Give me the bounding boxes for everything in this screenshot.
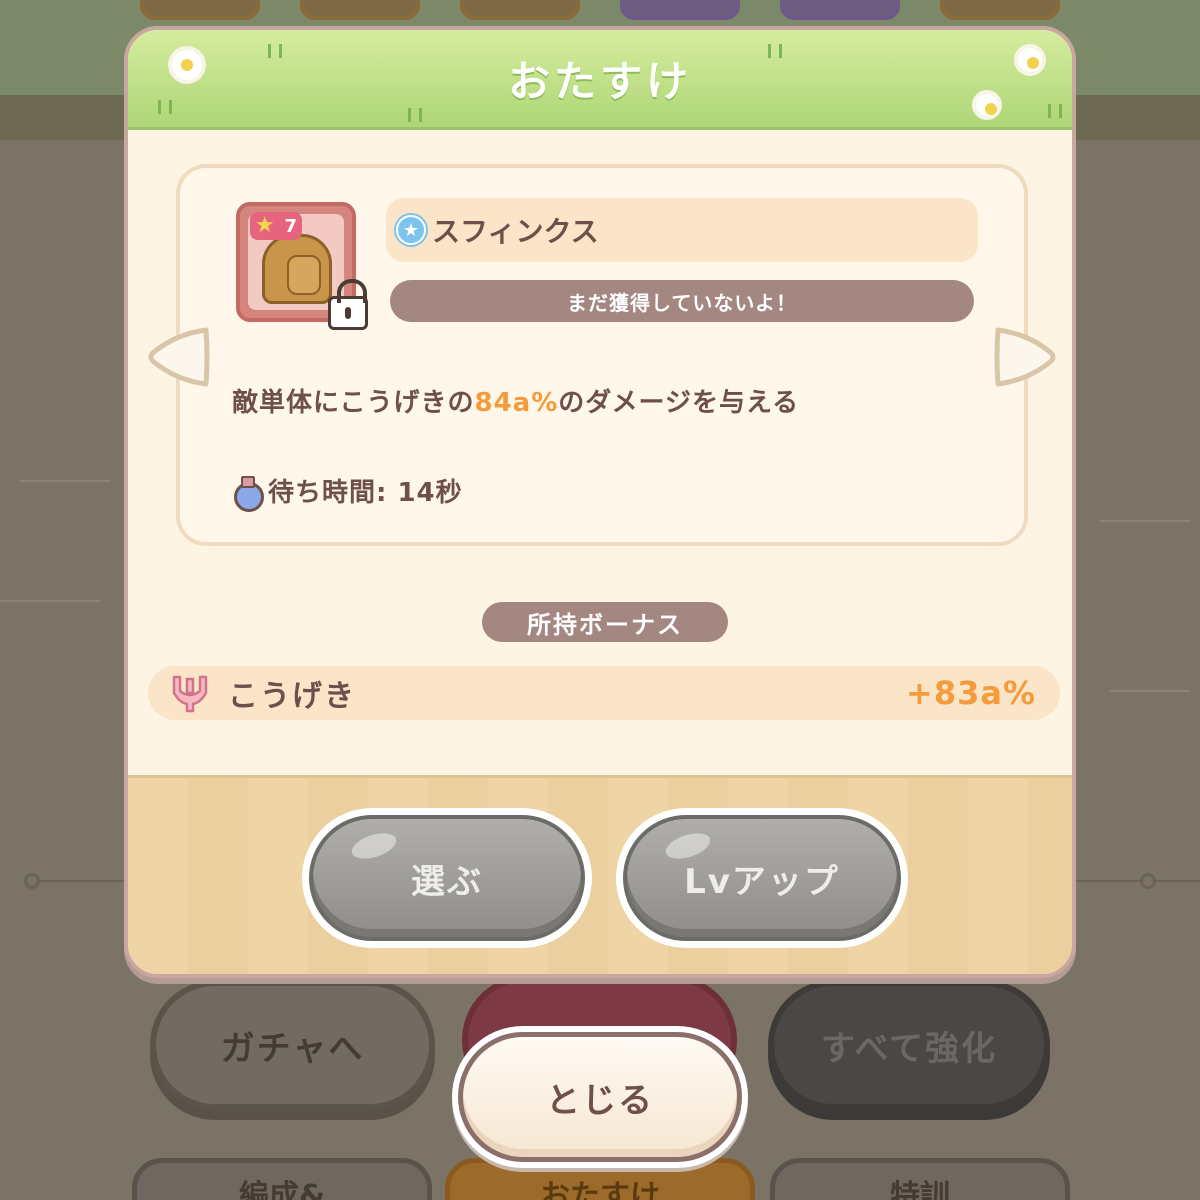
background-path-dot <box>24 873 40 889</box>
description-prefix: 敵単体にこうげきの <box>232 388 475 418</box>
grass-decoration <box>158 100 172 114</box>
lock-icon <box>328 279 368 330</box>
grass-decoration <box>408 108 422 122</box>
status-badge: まだ獲得していないよ！ <box>390 280 974 322</box>
skill-description: 敵単体にこうげきの84a%のダメージを与える <box>232 382 992 419</box>
owned-bonus-label: 所持ボーナス <box>482 602 728 642</box>
bonus-stat-value: +83a% <box>906 674 1036 712</box>
select-button[interactable]: 選ぶ <box>302 808 592 948</box>
background-card <box>300 0 420 20</box>
grass-decoration <box>268 44 282 58</box>
level-up-button[interactable]: Lvアップ <box>616 808 908 948</box>
background-path-dot <box>1140 873 1156 889</box>
level-up-button-label: Lvアップ <box>623 815 901 941</box>
background-card <box>140 0 260 20</box>
rarity-value: 7 <box>284 215 298 237</box>
tab-training: 特訓 <box>770 1158 1070 1200</box>
description-value: 84a% <box>474 388 559 418</box>
star-icon: ★ <box>254 213 275 238</box>
wood-footer <box>128 775 1072 974</box>
upgrade-all-button: すべて強化 <box>768 980 1050 1110</box>
close-button-label: とじる <box>458 1032 742 1162</box>
flower-icon <box>172 50 202 80</box>
wait-time-row: 待ち時間: 14秒 <box>232 472 463 512</box>
character-portrait: ★ 7 <box>236 202 368 330</box>
sphinx-face <box>287 255 321 295</box>
character-name-pill: ★ スフィンクス <box>386 198 978 262</box>
sphinx-icon <box>262 234 332 304</box>
dialog-title: おたすけ <box>507 57 692 106</box>
select-button-label: 選ぶ <box>309 815 585 941</box>
bonus-stat-name: こうげき <box>228 679 356 714</box>
rarity-badge: ★ 7 <box>250 212 302 240</box>
character-info-card: ★ 7 ★ スフィンクス まだ獲得していないよ！ 敵単体にこうげきの84a%のダ… <box>176 164 1028 546</box>
potion-icon <box>232 475 264 512</box>
chevron-right-icon <box>994 327 1056 387</box>
description-suffix: のダメージを与える <box>558 388 800 418</box>
background-card <box>460 0 580 20</box>
attack-fork-icon <box>172 675 208 713</box>
background-line <box>1100 520 1190 522</box>
background-card <box>940 0 1060 20</box>
grass-decoration <box>768 44 782 58</box>
previous-character-button[interactable] <box>146 322 212 392</box>
flower-icon <box>976 94 998 116</box>
star-icon: ★ <box>396 215 426 245</box>
background-card <box>620 0 740 20</box>
background-line <box>0 600 100 602</box>
gacha-button: ガチャへ <box>150 980 435 1110</box>
background-line <box>1110 690 1190 692</box>
chevron-left-icon <box>148 327 210 387</box>
otasuke-dialog: おたすけ ★ 7 ★ スフィンクス まだ獲得していないよ！ 敵単体にこうげきの8… <box>124 26 1076 978</box>
character-name: スフィンクス <box>432 215 599 248</box>
next-character-button[interactable] <box>992 322 1058 392</box>
wait-time-text: 待ち時間: 14秒 <box>268 478 463 508</box>
grass-decoration <box>1048 104 1062 118</box>
flower-icon <box>1018 48 1042 72</box>
bonus-row: こうげき +83a% <box>148 666 1060 720</box>
background-line <box>20 480 110 482</box>
tab-formation: 編成& <box>132 1158 432 1200</box>
close-button[interactable]: とじる <box>452 1026 748 1168</box>
dialog-header: おたすけ <box>128 30 1072 130</box>
background-card <box>780 0 900 20</box>
